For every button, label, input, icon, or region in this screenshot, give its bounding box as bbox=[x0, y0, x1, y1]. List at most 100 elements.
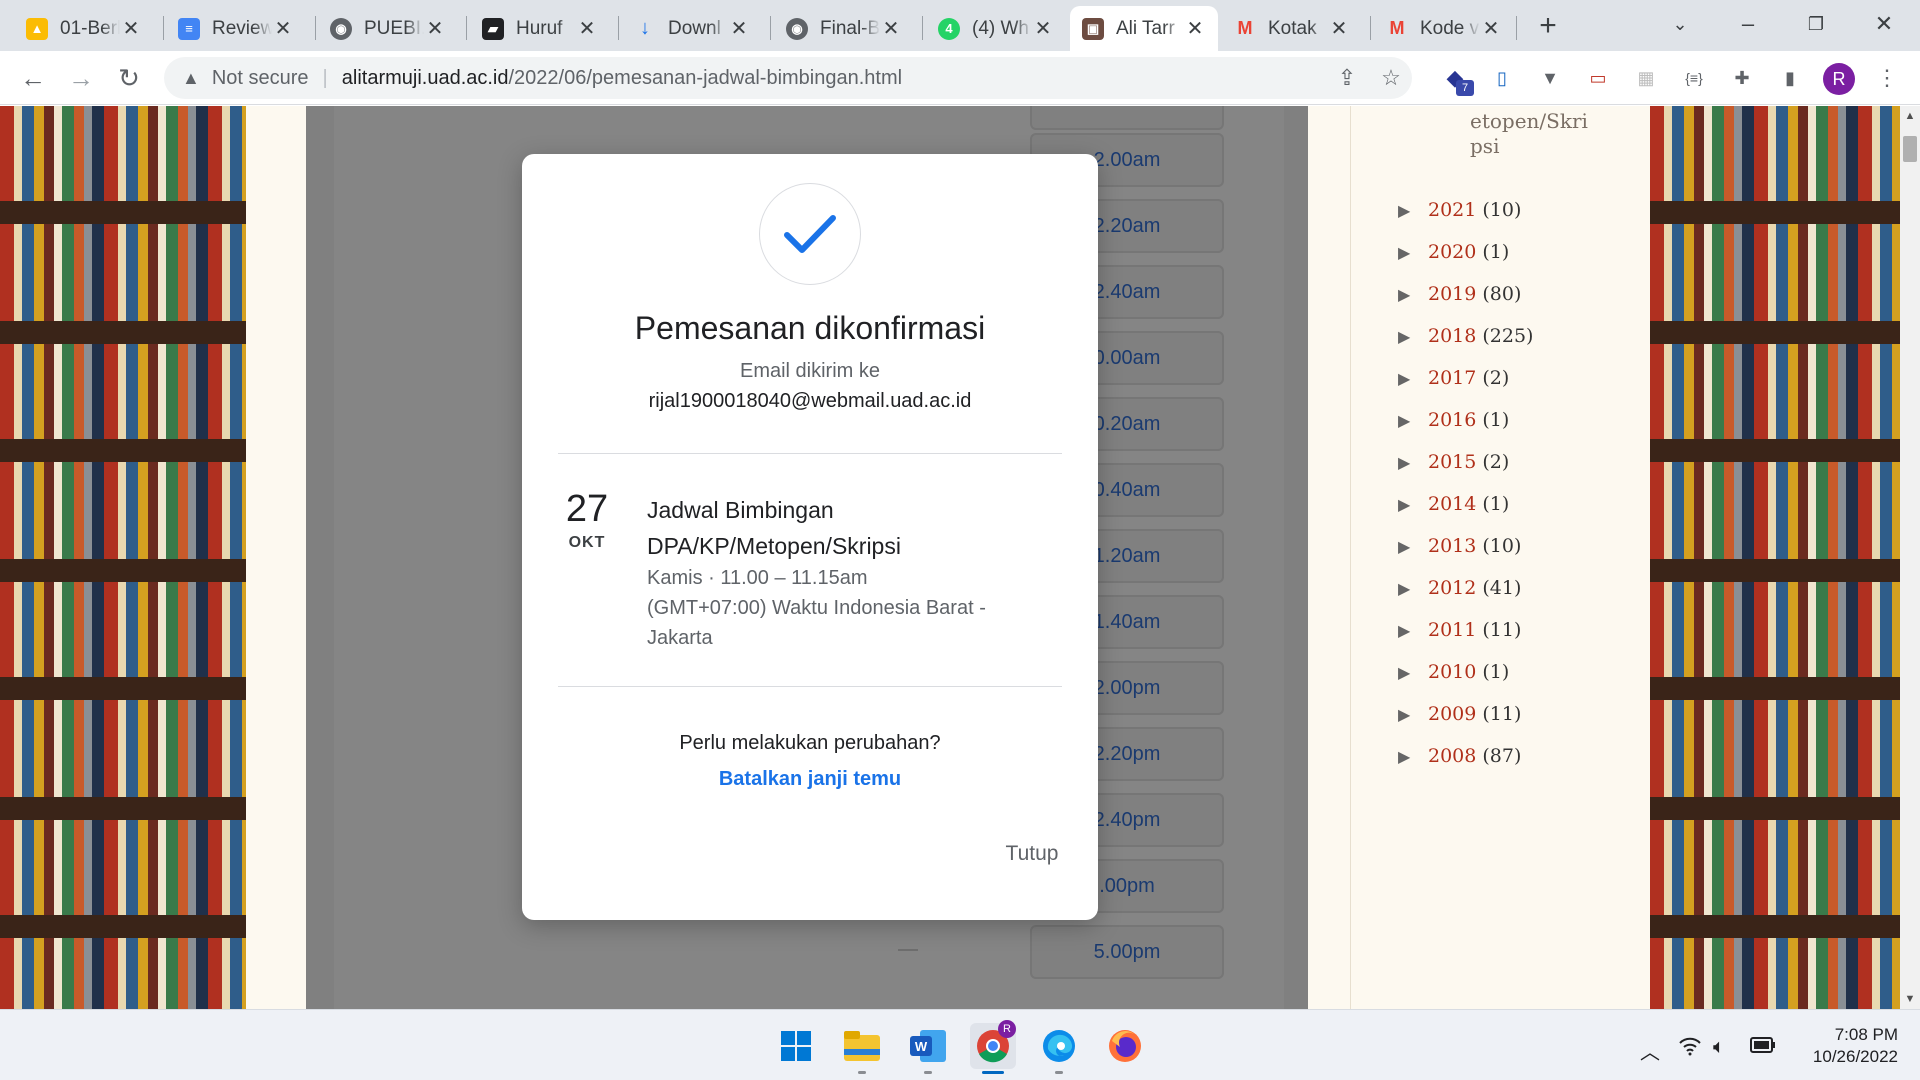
expand-triangle-icon[interactable]: ▶ bbox=[1398, 243, 1428, 262]
new-tab-button[interactable]: + bbox=[1530, 10, 1566, 44]
archive-year-link[interactable]: 2008 bbox=[1428, 745, 1476, 767]
archive-year-link[interactable]: 2019 bbox=[1428, 283, 1476, 305]
tab-4[interactable]: ↓ Downl ✕ bbox=[622, 6, 762, 51]
extension-icon[interactable]: ▦ bbox=[1631, 63, 1661, 93]
tab-5[interactable]: ◉ Final-B ✕ bbox=[774, 6, 914, 51]
archive-year-link[interactable]: 2021 bbox=[1428, 199, 1476, 221]
file-explorer-icon[interactable] bbox=[839, 1023, 885, 1074]
bookmark-star-icon[interactable]: ☆ bbox=[1376, 63, 1406, 93]
expand-triangle-icon[interactable]: ▶ bbox=[1398, 747, 1428, 766]
archive-year-item[interactable]: ▶ 2016 (1) bbox=[1398, 405, 1509, 435]
expand-triangle-icon[interactable]: ▶ bbox=[1398, 579, 1428, 598]
battery-icon[interactable] bbox=[1750, 1036, 1776, 1059]
time-slot[interactable]: 5.00pm bbox=[1030, 925, 1224, 979]
word-icon[interactable]: W bbox=[905, 1023, 951, 1074]
close-icon[interactable]: ✕ bbox=[1328, 16, 1350, 41]
restore-icon[interactable]: ❐ bbox=[1796, 8, 1836, 40]
expand-triangle-icon[interactable]: ▶ bbox=[1398, 621, 1428, 640]
profile-avatar[interactable]: R bbox=[1823, 63, 1855, 95]
expand-triangle-icon[interactable]: ▶ bbox=[1398, 411, 1428, 430]
archive-year-link[interactable]: 2009 bbox=[1428, 703, 1476, 725]
forward-icon[interactable]: → bbox=[64, 61, 98, 95]
archive-year-item[interactable]: ▶ 2015 (2) bbox=[1398, 447, 1509, 477]
archive-label[interactable]: etopen/Skri psi bbox=[1470, 109, 1600, 159]
expand-triangle-icon[interactable]: ▶ bbox=[1398, 495, 1428, 514]
close-icon[interactable]: ✕ bbox=[120, 16, 142, 41]
expand-triangle-icon[interactable]: ▶ bbox=[1398, 453, 1428, 472]
archive-year-item[interactable]: ▶ 2019 (80) bbox=[1398, 279, 1521, 309]
tab-6[interactable]: 4 (4) Wh ✕ bbox=[926, 6, 1066, 51]
archive-year-item[interactable]: ▶ 2013 (10) bbox=[1398, 531, 1521, 561]
close-icon[interactable]: ✕ bbox=[424, 16, 446, 41]
volume-icon[interactable]: 🔈︎ bbox=[1713, 1036, 1725, 1059]
expand-triangle-icon[interactable]: ▶ bbox=[1398, 285, 1428, 304]
archive-year-item[interactable]: ▶ 2011 (11) bbox=[1398, 615, 1521, 645]
close-icon[interactable]: ✕ bbox=[1480, 16, 1502, 41]
scroll-down-icon[interactable]: ▼ bbox=[1900, 993, 1920, 1005]
extension-icon[interactable]: {≡} bbox=[1679, 63, 1709, 93]
archive-year-item[interactable]: ▶ 2014 (1) bbox=[1398, 489, 1509, 519]
archive-year-link[interactable]: 2014 bbox=[1428, 493, 1476, 515]
address-bar[interactable]: ▲ Not secure | alitarmuji.uad.ac.id/2022… bbox=[164, 57, 1412, 99]
archive-year-item[interactable]: ▶ 2017 (2) bbox=[1398, 363, 1509, 393]
archive-year-link[interactable]: 2011 bbox=[1428, 619, 1476, 641]
close-button[interactable]: Tutup bbox=[992, 842, 1072, 866]
minimize-icon[interactable]: – bbox=[1728, 8, 1768, 40]
archive-year-link[interactable]: 2017 bbox=[1428, 367, 1476, 389]
system-clock[interactable]: 7:08 PM 10/26/2022 bbox=[1788, 1024, 1898, 1068]
archive-year-item[interactable]: ▶ 2012 (41) bbox=[1398, 573, 1521, 603]
tab-search-icon[interactable]: ⌄ bbox=[1660, 8, 1700, 40]
tab-2[interactable]: ◉ PUEBI. ✕ bbox=[318, 6, 458, 51]
archive-year-item[interactable]: ▶ 2020 (1) bbox=[1398, 237, 1509, 267]
archive-year-link[interactable]: 2012 bbox=[1428, 577, 1476, 599]
archive-year-item[interactable]: ▶ 2021 (10) bbox=[1398, 195, 1521, 225]
expand-triangle-icon[interactable]: ▶ bbox=[1398, 663, 1428, 682]
close-icon[interactable]: ✕ bbox=[728, 16, 750, 41]
close-icon[interactable]: ✕ bbox=[1032, 16, 1054, 41]
wifi-icon[interactable] bbox=[1678, 1036, 1702, 1062]
close-icon[interactable]: ✕ bbox=[272, 16, 294, 41]
warning-icon[interactable]: ▲ bbox=[182, 68, 200, 89]
scroll-thumb[interactable] bbox=[1903, 136, 1917, 162]
tab-active[interactable]: ▣ Ali Tarr ✕ bbox=[1070, 6, 1218, 51]
edge-icon[interactable] bbox=[1036, 1023, 1082, 1074]
page-scrollbar[interactable]: ▲ ▼ bbox=[1900, 106, 1920, 1009]
expand-triangle-icon[interactable]: ▶ bbox=[1398, 537, 1428, 556]
close-icon[interactable]: ✕ bbox=[1184, 16, 1206, 41]
archive-year-link[interactable]: 2020 bbox=[1428, 241, 1476, 263]
tab-8[interactable]: M Kotak ✕ bbox=[1222, 6, 1362, 51]
archive-year-item[interactable]: ▶ 2018 (225) bbox=[1398, 321, 1533, 351]
archive-year-link[interactable]: 2015 bbox=[1428, 451, 1476, 473]
puzzle-icon[interactable]: ✚ bbox=[1727, 63, 1757, 93]
archive-year-link[interactable]: 2013 bbox=[1428, 535, 1476, 557]
extension-icon[interactable]: ▭ bbox=[1583, 63, 1613, 93]
share-icon[interactable]: ⇪ bbox=[1332, 63, 1362, 93]
tab-9[interactable]: M Kode v ✕ bbox=[1374, 6, 1514, 51]
archive-year-link[interactable]: 2010 bbox=[1428, 661, 1476, 683]
tab-1[interactable]: ≡ Review ✕ bbox=[166, 6, 306, 51]
expand-triangle-icon[interactable]: ▶ bbox=[1398, 705, 1428, 724]
menu-icon[interactable]: ⋮ bbox=[1872, 63, 1902, 93]
scroll-up-icon[interactable]: ▲ bbox=[1900, 110, 1920, 122]
archive-year-item[interactable]: ▶ 2008 (87) bbox=[1398, 741, 1521, 771]
tab-3[interactable]: ▰ Huruf ✕ bbox=[470, 6, 610, 51]
firefox-icon[interactable] bbox=[1102, 1023, 1148, 1069]
chrome-icon[interactable]: R bbox=[970, 1020, 1016, 1074]
extension-icon[interactable]: ▯ bbox=[1487, 63, 1517, 93]
cancel-appointment-link[interactable]: Batalkan janji temu bbox=[522, 768, 1098, 791]
archive-year-item[interactable]: ▶ 2009 (11) bbox=[1398, 699, 1521, 729]
extension-icon[interactable]: ▼ bbox=[1535, 63, 1565, 93]
reload-icon[interactable]: ↻ bbox=[112, 61, 146, 95]
window-close-icon[interactable]: ✕ bbox=[1864, 8, 1904, 40]
archive-year-link[interactable]: 2016 bbox=[1428, 409, 1476, 431]
tab-0[interactable]: ▲ 01-Berl ✕ bbox=[14, 6, 154, 51]
expand-triangle-icon[interactable]: ▶ bbox=[1398, 327, 1428, 346]
start-icon[interactable] bbox=[773, 1023, 819, 1069]
side-panel-icon[interactable]: ▮ bbox=[1775, 63, 1805, 93]
security-label[interactable]: Not secure bbox=[212, 67, 309, 90]
expand-triangle-icon[interactable]: ▶ bbox=[1398, 201, 1428, 220]
back-icon[interactable]: ← bbox=[16, 61, 50, 95]
close-icon[interactable]: ✕ bbox=[880, 16, 902, 41]
archive-year-item[interactable]: ▶ 2010 (1) bbox=[1398, 657, 1509, 687]
close-icon[interactable]: ✕ bbox=[576, 16, 598, 41]
